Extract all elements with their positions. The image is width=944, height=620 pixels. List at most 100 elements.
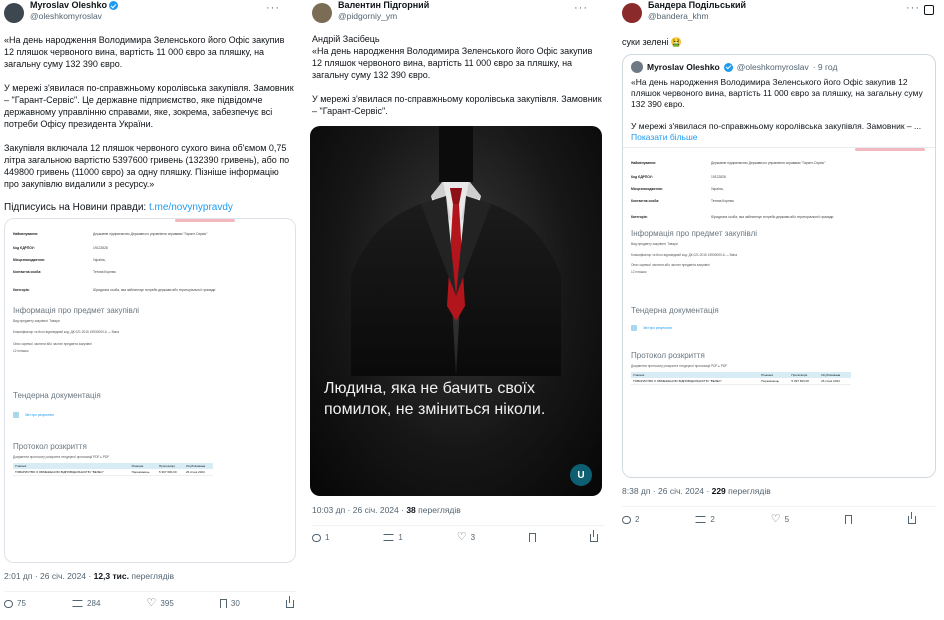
tweet-paragraph: Закупівля включала 12 пляшок червоного с… xyxy=(4,143,290,189)
share-icon xyxy=(589,529,598,542)
doc-line: 12 пляшок xyxy=(631,269,647,274)
avatar[interactable] xyxy=(312,3,332,23)
action-bar: 75 284 395 30 xyxy=(0,595,300,608)
view-count: 229 xyxy=(711,486,726,496)
author-handle[interactable]: @oleshkomyroslav xyxy=(30,11,118,22)
table-cell: 5 397 600,00 xyxy=(157,468,185,476)
bookmark-button[interactable] xyxy=(529,533,537,542)
doc-section-title: Тендерна документація xyxy=(13,391,101,400)
timestamp[interactable]: 10:03 дп · 26 січ. 2024 · xyxy=(312,505,406,515)
more-icon[interactable]: ··· xyxy=(906,2,920,14)
reply-count: 2 xyxy=(635,515,640,524)
reply-button[interactable]: 2 xyxy=(622,515,639,524)
quoted-handle: @oleshkomyroslav xyxy=(736,62,809,72)
verified-icon xyxy=(109,1,119,10)
author-handle[interactable]: @bandera_khm xyxy=(648,11,746,22)
doc-row-value: Юридична особа, яка забезпечує потреби д… xyxy=(711,215,834,219)
doc-row: Код ЄДРПОУ: 19122828 xyxy=(631,175,927,179)
heart-icon xyxy=(771,515,781,524)
quoted-age: · 9 год xyxy=(812,62,838,72)
reply-icon xyxy=(312,533,321,542)
timestamp[interactable]: 2:01 дп · 26 січ. 2024 · xyxy=(4,571,94,581)
share-button[interactable] xyxy=(907,511,916,524)
action-bar: 1 1 3 xyxy=(308,529,608,542)
doc-row: Категорія: Юридична особа, яка забезпечує… xyxy=(13,288,287,292)
more-icon[interactable]: ··· xyxy=(266,2,280,14)
doc-table: Учасник Рішення Пропозиція Опублікована ТОВ… xyxy=(13,462,213,476)
file-link: Звіт про результати xyxy=(643,326,672,330)
author-name-text: Myroslav Oleshko xyxy=(30,0,108,10)
table-cell: ТОВАРИСТВО З ОБМЕЖЕНОЮ ВІДПОВІДАЛЬНІСТЮ … xyxy=(631,377,760,385)
doc-row: Контактна особа: Тетяна Корнюк xyxy=(631,199,927,203)
divider xyxy=(312,525,604,526)
doc-line: 12 пляшок xyxy=(13,348,29,353)
grok-icon[interactable] xyxy=(924,5,934,15)
doc-line: Класифікатор та його відповідний код: ДК… xyxy=(13,329,120,334)
retweet-button[interactable]: 1 xyxy=(383,533,403,542)
doc-line: Документи протоколу розкриття тендерної … xyxy=(631,364,728,368)
tweet-meta: 8:38 дп · 26 січ. 2024 · 229 переглядів xyxy=(618,486,940,496)
doc-row: Найменування: Державне підприємство Держа… xyxy=(631,161,927,165)
bookmark-button[interactable] xyxy=(845,515,853,524)
like-button[interactable]: 395 xyxy=(147,599,173,608)
table-cell: Переможець xyxy=(129,468,157,476)
quoted-tweet[interactable]: Myroslav Oleshko @oleshkomyroslav · 9 го… xyxy=(622,54,936,478)
views-label: переглядів xyxy=(415,505,461,515)
bookmark-icon xyxy=(219,599,227,608)
retweet-button[interactable]: 284 xyxy=(72,599,100,608)
show-more-link[interactable]: Показати більше xyxy=(631,132,927,143)
quoted-header: Myroslav Oleshko @oleshkomyroslav · 9 го… xyxy=(623,55,935,73)
views-label: переглядів xyxy=(128,571,174,581)
author-name[interactable]: Бандера Подільський xyxy=(648,0,746,11)
image-quote: Людина, яка не бачить своїх помилок, не … xyxy=(324,380,546,418)
bookmark-button[interactable]: 30 xyxy=(219,599,240,608)
avatar[interactable] xyxy=(4,3,24,23)
doc-line: Вид предмету закупівлі: Товари xyxy=(631,242,678,246)
timestamp[interactable]: 8:38 дп · 26 січ. 2024 · xyxy=(622,486,712,496)
doc-table: Учасник Рішення Пропозиція Опублікована ТОВ… xyxy=(631,371,851,385)
doc-file[interactable]: Звіт про результати xyxy=(13,412,287,418)
tweet-1: Myroslav Oleshko @oleshkomyroslav ··· «Н… xyxy=(0,0,300,608)
doc-row-label: Код ЄДРПОУ: xyxy=(631,175,653,179)
author-name[interactable]: Myroslav Oleshko xyxy=(30,0,119,11)
table-cell: 26 січня 2024 xyxy=(819,377,851,385)
doc-row-label: Категорія: xyxy=(13,288,30,292)
author-handle[interactable]: @pidgorniy_ym xyxy=(338,11,429,22)
reply-button[interactable]: 75 xyxy=(4,599,26,608)
doc-row-value: Юридична особа, яка забезпечує потреби д… xyxy=(93,288,216,292)
table-cell: 26 січня 2024 xyxy=(184,468,213,476)
quoted-text: «На день народження Володимира Зеленсько… xyxy=(623,73,935,143)
tweet-text: Андрій Засібець «На день народження Воло… xyxy=(308,30,608,117)
quoted-paragraph: У мережі з'явилася по-справжньому королі… xyxy=(631,121,922,131)
like-button[interactable]: 3 xyxy=(457,533,475,542)
retweet-count: 1 xyxy=(398,533,403,542)
share-icon xyxy=(285,595,294,608)
doc-row-value: Державне підприємство Державного управлі… xyxy=(711,161,826,165)
file-link[interactable]: Звіт про результати xyxy=(25,413,54,417)
doc-row-value: Тетяна Корнюк xyxy=(711,199,734,203)
share-button[interactable] xyxy=(285,595,294,608)
share-icon xyxy=(907,511,916,524)
avatar[interactable] xyxy=(622,3,642,23)
doc-line: Опис окремої частини або частин предмета… xyxy=(631,263,710,267)
telegram-link[interactable]: t.me/novynypravdy xyxy=(149,202,233,213)
like-button[interactable]: 5 xyxy=(771,515,789,524)
author-name[interactable]: Валентин Підгорний xyxy=(338,0,429,11)
more-icon[interactable]: ··· xyxy=(574,2,588,14)
doc-section-title: Тендерна документація xyxy=(631,306,719,315)
document-screenshot[interactable]: Найменування: Державне підприємство Держа… xyxy=(4,218,296,563)
tweet-image[interactable]: Людина, яка не бачить своїх помилок, не … xyxy=(310,126,602,496)
doc-row: Найменування: Державне підприємство Держа… xyxy=(13,232,287,236)
highlight-bar xyxy=(175,219,235,222)
doc-row-label: Контактна особа: xyxy=(631,199,660,203)
divider xyxy=(4,591,296,592)
retweet-button[interactable]: 2 xyxy=(695,515,715,524)
subscribe-text: Підписуись на Новини правди: xyxy=(4,202,149,213)
doc-section-title: Протокол розкриття xyxy=(631,351,705,360)
reply-button[interactable]: 1 xyxy=(312,533,329,542)
author-name-text: Валентин Підгорний xyxy=(338,0,430,10)
tweet-paragraph: «На день народження Володимира Зеленсько… xyxy=(4,35,285,69)
share-button[interactable] xyxy=(589,529,598,542)
doc-row-value: Україна, xyxy=(93,258,106,262)
action-bar: 2 2 5 xyxy=(618,511,940,524)
